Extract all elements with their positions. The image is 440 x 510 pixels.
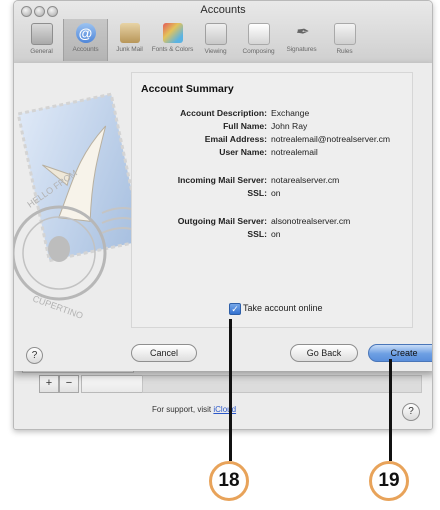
toolbar-rules[interactable]: Rules — [323, 19, 366, 61]
row-key: Incoming Mail Server: — [177, 175, 267, 185]
toolbar-label: Rules — [336, 48, 353, 55]
mail-stamp-icon: HELLO FROM CUPERTINO — [14, 92, 144, 321]
row-key: Full Name: — [223, 121, 267, 131]
row-value: John Ray — [271, 121, 308, 131]
row-value: alsonotrealserver.cm — [271, 216, 351, 226]
junk-mail-icon — [119, 23, 140, 43]
toolbar-viewing[interactable]: Viewing — [194, 19, 237, 61]
account-summary-panel: Account Summary Account Description: Exc… — [131, 72, 413, 328]
row-value: on — [271, 188, 281, 198]
cancel-button[interactable]: Cancel — [131, 344, 197, 362]
support-label: For support, visit — [152, 405, 212, 414]
composing-icon — [247, 23, 270, 45]
window-title: Accounts — [200, 4, 246, 16]
toolbar-composing[interactable]: Composing — [237, 19, 280, 61]
account-setup-sheet: HELLO FROM CUPERTINO Account Summary Acc… — [14, 63, 432, 371]
toolbar-label: General — [30, 48, 53, 55]
summary-row-full-name: Full Name: John Ray — [132, 121, 412, 133]
callout-18-line — [229, 319, 232, 461]
callout-19-line — [389, 359, 392, 461]
summary-row-incoming-ssl: SSL: on — [132, 188, 412, 200]
toolbar-general[interactable]: General — [20, 19, 63, 61]
callout-19: 19 — [369, 461, 409, 501]
toolbar-label: Junk Mail — [116, 46, 143, 53]
add-account-button[interactable]: + — [39, 375, 59, 393]
sheet-help-button[interactable]: ? — [26, 347, 43, 364]
help-button[interactable]: ? — [402, 403, 420, 421]
support-text: For support, visit iCloud — [152, 405, 236, 414]
row-value: on — [271, 229, 281, 239]
toolbar-junk-mail[interactable]: Junk Mail — [108, 19, 151, 61]
summary-row-outgoing-server: Outgoing Mail Server: alsonotrealserver.… — [132, 216, 412, 228]
toolbar-label: Signatures — [286, 46, 317, 53]
icloud-link[interactable]: iCloud — [213, 405, 236, 414]
row-value: notrealemail — [271, 147, 318, 157]
row-key: Account Description: — [180, 108, 267, 118]
summary-heading: Account Summary — [141, 83, 234, 95]
at-icon: @ — [75, 23, 96, 43]
take-account-online-label[interactable]: Take account online — [243, 303, 323, 313]
general-icon — [30, 23, 53, 45]
take-account-online-checkbox[interactable]: ✓ — [229, 303, 241, 315]
summary-row-description: Account Description: Exchange — [132, 108, 412, 120]
summary-row-user-name: User Name: notrealemail — [132, 147, 412, 159]
row-value: notarealserver.cm — [271, 175, 340, 185]
create-button[interactable]: Create — [368, 344, 432, 362]
row-key: Email Address: — [204, 134, 267, 144]
summary-row-email: Email Address: notrealemail@notrealserve… — [132, 134, 412, 146]
row-value: Exchange — [271, 108, 310, 118]
summary-row-incoming-server: Incoming Mail Server: notarealserver.cm — [132, 175, 412, 187]
row-key: SSL: — [247, 229, 267, 239]
row-key: Outgoing Mail Server: — [177, 216, 267, 226]
toolbar-fonts-colors[interactable]: Fonts & Colors — [151, 19, 194, 61]
callout-18: 18 — [209, 461, 249, 501]
toolbar-label: Fonts & Colors — [151, 46, 194, 53]
title-bar: Accounts General @ Accounts Junk Mail Fo… — [14, 1, 432, 64]
go-back-button[interactable]: Go Back — [290, 344, 358, 362]
toolbar-accounts[interactable]: @ Accounts — [63, 19, 108, 61]
signatures-icon: ✒ — [294, 24, 309, 41]
fonts-colors-icon — [162, 23, 183, 43]
preferences-toolbar: General @ Accounts Junk Mail Fonts & Col… — [20, 19, 366, 63]
viewing-icon — [204, 23, 227, 45]
summary-row-outgoing-ssl: SSL: on — [132, 229, 412, 241]
row-key: SSL: — [247, 188, 267, 198]
toolbar-label: Accounts — [72, 46, 99, 53]
toolbar-label: Viewing — [204, 48, 227, 55]
toolbar-signatures[interactable]: ✒ Signatures — [280, 19, 323, 61]
toolbar-label: Composing — [242, 48, 275, 55]
account-detail-bar — [142, 375, 422, 393]
rules-icon — [333, 23, 356, 45]
row-value: notrealemail@notrealserver.cm — [271, 134, 391, 144]
row-key: User Name: — [219, 147, 267, 157]
accounts-window: Accounts General @ Accounts Junk Mail Fo… — [13, 0, 433, 430]
remove-account-button[interactable]: − — [59, 375, 79, 393]
